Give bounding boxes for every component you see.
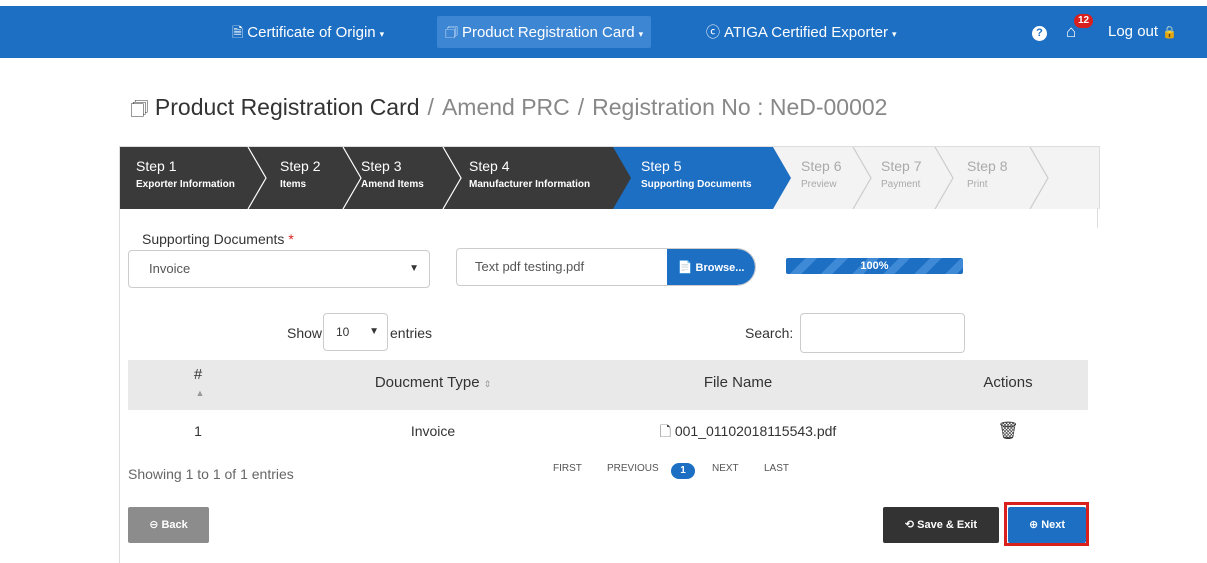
back-button[interactable]: ⊖ Back: [128, 507, 209, 543]
caret-down-icon: ▾: [638, 29, 644, 39]
id-card-icon: 🗇: [130, 98, 149, 120]
notification-badge: 12: [1074, 14, 1094, 28]
document-type-value: Invoice: [149, 261, 191, 276]
delete-button[interactable]: 🗑: [928, 410, 1088, 454]
file-upload-field[interactable]: Text pdf testing.pdf 📄 Browse...: [456, 248, 756, 286]
certificate-icon: 🗎: [232, 24, 244, 40]
nav-product-registration-card[interactable]: 🗇 Product Registration Card ▾: [437, 16, 652, 48]
save-exit-label: Save & Exit: [917, 519, 978, 531]
nav-prc-label: Product Registration Card: [461, 24, 635, 41]
pager-last[interactable]: LAST: [764, 463, 789, 474]
header-text: Actions: [983, 374, 1033, 391]
trash-icon: 🗑: [997, 421, 1019, 440]
sort-icon: ⇕: [483, 379, 492, 389]
header-text: #: [193, 366, 203, 383]
question-circle-icon: ?: [1032, 26, 1047, 41]
breadcrumb-separator: /: [427, 94, 434, 120]
column-header-file-name: File Name: [598, 360, 878, 410]
next-button[interactable]: ⊕ Next: [1008, 507, 1086, 543]
search-label: Search:: [745, 325, 794, 341]
top-navbar: 🗎 Certificate of Origin ▾ 🗇 Product Registr…: [0, 6, 1207, 58]
caret-down-icon: ▾: [379, 29, 385, 39]
breadcrumb-separator: /: [577, 94, 585, 120]
logout-link[interactable]: Log out 🔒: [1100, 16, 1185, 48]
help-button[interactable]: ?: [1024, 16, 1055, 48]
caret-down-icon: ▼: [409, 263, 419, 274]
supporting-documents-label: Supporting Documents *: [142, 231, 294, 247]
breadcrumb-amend-prc: Amend PRC: [441, 94, 570, 120]
caret-down-icon: ▾: [891, 29, 897, 39]
header-text: Doucment Type: [374, 374, 480, 391]
entries-label: entries: [390, 325, 433, 341]
pager-first[interactable]: FIRST: [553, 463, 582, 474]
cell-number: 1: [194, 423, 202, 439]
entries-per-page-select[interactable]: 10 ▼: [323, 313, 388, 351]
pager-previous[interactable]: PREVIOUS: [607, 463, 659, 474]
nav-certificate-of-origin[interactable]: 🗎 Certificate of Origin ▾: [224, 16, 392, 48]
breadcrumb-registration-no: Registration No : NeD-00002: [592, 94, 888, 120]
sort-asc-icon: ▲: [195, 388, 205, 398]
undo-icon: ⟲: [904, 519, 915, 531]
wizard-chevrons: [247, 147, 1049, 209]
table-header: # ▲ Doucment Type ⇕ File Name Actions: [128, 360, 1088, 410]
column-header-document-type[interactable]: Doucment Type ⇕: [268, 360, 598, 410]
arrow-left-circle-icon: ⊖: [149, 519, 159, 531]
save-exit-button[interactable]: ⟲ Save & Exit: [883, 507, 999, 543]
file-icon: 📄: [677, 260, 693, 274]
file-name-display: Text pdf testing.pdf: [475, 259, 585, 274]
caret-down-icon: ▼: [369, 326, 379, 337]
nav-atiga-certified-exporter[interactable]: ⓒ ATIGA Certified Exporter ▾: [698, 16, 904, 48]
browse-button[interactable]: 📄 Browse...: [667, 249, 755, 285]
badge-icon: ⓒ: [706, 24, 720, 40]
supporting-documents-text: Supporting Documents: [142, 231, 285, 247]
table-info: Showing 1 to 1 of 1 entries: [128, 466, 294, 482]
required-mark: *: [288, 231, 294, 247]
panel-border: [119, 208, 120, 563]
cell-file-name[interactable]: 🗋 001_01102018115543.pdf: [608, 410, 888, 454]
column-header-number[interactable]: # ▲: [128, 360, 268, 416]
file-icon: 🗋: [659, 423, 671, 439]
nav-coo-label: Certificate of Origin: [247, 24, 376, 41]
back-label: Back: [161, 519, 188, 531]
column-header-actions: Actions: [928, 360, 1088, 410]
entries-value: 10: [336, 325, 350, 339]
panel-border: [1097, 208, 1098, 228]
pager-page-1[interactable]: 1: [671, 463, 695, 479]
id-card-icon: 🗇: [445, 24, 458, 40]
search-input[interactable]: [800, 313, 965, 353]
lock-icon: 🔒: [1162, 25, 1178, 39]
progress-text: 100%: [860, 260, 889, 272]
logout-label: Log out: [1108, 23, 1159, 40]
nav-atiga-label: ATIGA Certified Exporter: [724, 24, 888, 41]
show-label: Show: [287, 325, 323, 341]
header-text: File Name: [703, 374, 773, 391]
page-title: 🗇 Product Registration Card / Amend PRC / Re…: [130, 94, 887, 128]
pager-next[interactable]: NEXT: [712, 463, 739, 474]
table-row: 1 Invoice 🗋 001_01102018115543.pdf 🗑: [128, 410, 1088, 454]
title-main: Product Registration Card: [154, 94, 420, 120]
browse-label: Browse...: [695, 262, 745, 274]
upload-progress-bar: 100%: [786, 258, 963, 274]
next-label: Next: [1041, 519, 1066, 531]
arrow-right-circle-icon: ⊕: [1028, 519, 1039, 531]
file-name-text: 001_01102018115543.pdf: [674, 423, 837, 439]
cell-document-type: Invoice: [410, 423, 456, 439]
document-type-select[interactable]: Invoice ▼: [128, 250, 430, 288]
wizard-steps: Step 1 Exporter Information Step 2 Items…: [119, 146, 1100, 209]
